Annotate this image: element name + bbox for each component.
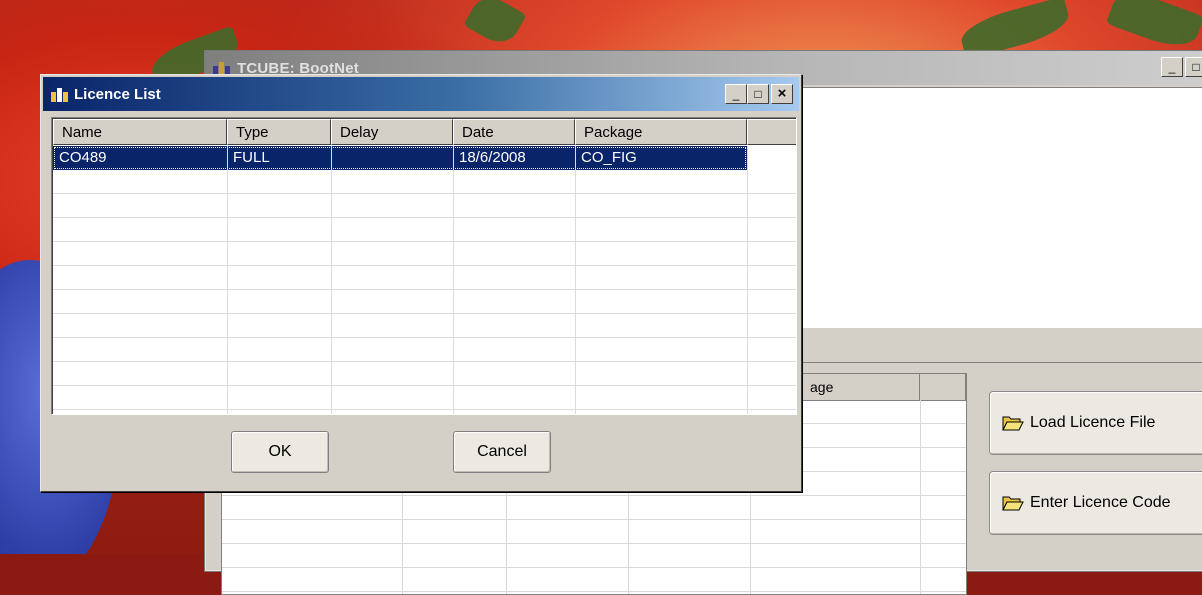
- licence-list-header: Name Type Delay Date Package: [53, 119, 796, 145]
- load-licence-file-label: Load Licence File: [1030, 414, 1156, 431]
- cell-name: CO489: [59, 149, 107, 166]
- main-maximize-button[interactable]: □: [1185, 57, 1202, 77]
- dialog-minimize-button[interactable]: _: [725, 84, 747, 104]
- main-minimize-button[interactable]: _: [1161, 57, 1183, 77]
- app-icon: [51, 88, 68, 102]
- column-divider: [747, 146, 748, 414]
- ok-button[interactable]: OK: [231, 431, 329, 473]
- dialog-close-button[interactable]: ×: [771, 84, 793, 104]
- wallpaper-leaf: [1105, 0, 1202, 55]
- column-divider: [453, 146, 454, 414]
- cell-package: CO_FIG: [581, 149, 637, 166]
- column-divider: [575, 146, 576, 414]
- cell-date: 18/6/2008: [459, 149, 526, 166]
- open-folder-icon: [1002, 496, 1024, 511]
- column-header-name[interactable]: Name: [53, 119, 227, 145]
- column-divider: [331, 146, 332, 414]
- column-divider: [227, 146, 228, 414]
- column-header-filler: [747, 119, 796, 145]
- licence-list[interactable]: Name Type Delay Date Package CO489 FULL …: [51, 117, 797, 415]
- table-row[interactable]: CO489 FULL 18/6/2008 CO_FIG: [53, 146, 747, 170]
- enter-licence-code-button[interactable]: Enter Licence Code: [989, 471, 1202, 535]
- dialog-title: Licence List: [74, 85, 161, 103]
- column-header-date[interactable]: Date: [453, 119, 575, 145]
- cell-delay: [331, 146, 453, 170]
- bg-header-cell: [920, 374, 966, 400]
- cell-type: FULL: [233, 149, 270, 166]
- dialog-titlebar[interactable]: Licence List _ □ ×: [43, 77, 799, 111]
- cancel-button[interactable]: Cancel: [453, 431, 551, 473]
- open-folder-icon: [1002, 416, 1024, 431]
- licence-list-dialog: Licence List _ □ × Name Type Delay Date …: [40, 74, 802, 492]
- wallpaper-leaf: [463, 0, 527, 50]
- column-header-delay[interactable]: Delay: [331, 119, 453, 145]
- column-header-type[interactable]: Type: [227, 119, 331, 145]
- load-licence-file-button[interactable]: Load Licence File: [989, 391, 1202, 455]
- dialog-maximize-button[interactable]: □: [747, 84, 769, 104]
- bg-col-line: [920, 400, 921, 594]
- column-header-package[interactable]: Package: [575, 119, 747, 145]
- main-window-controls: _ □: [1161, 57, 1202, 77]
- licence-list-empty-rows: [53, 170, 796, 414]
- dialog-window-controls: _ □ ×: [725, 84, 793, 104]
- enter-licence-code-label: Enter Licence Code: [1030, 494, 1171, 511]
